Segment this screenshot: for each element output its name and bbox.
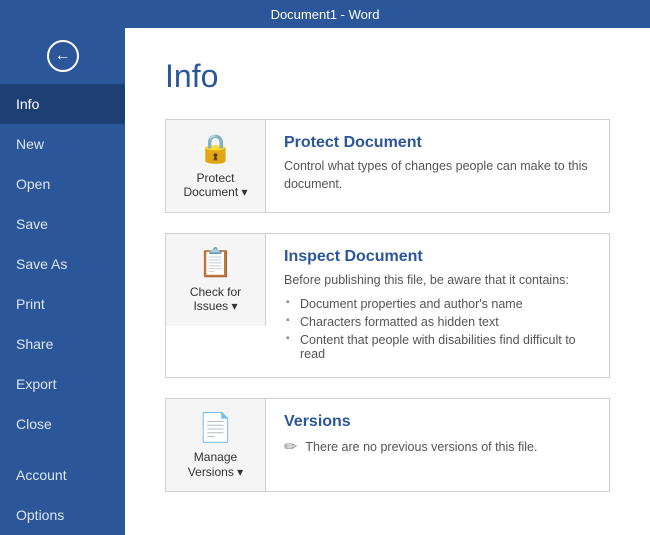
inspect-button[interactable]: 📋 Check forIssues ▾ — [166, 234, 266, 326]
protect-icon: 🔒 — [198, 132, 233, 165]
versions-info: Versions ✏ There are no previous versions … — [266, 399, 609, 471]
inspect-button-label: Check forIssues ▾ — [190, 285, 241, 314]
panel-versions: 📄 ManageVersions ▾ Versions ✏ There are no p… — [165, 398, 610, 492]
main-content: Info 🔒 ProtectDocument ▾ Protect Document C… — [125, 28, 650, 535]
sidebar-item-print[interactable]: Print — [0, 284, 125, 324]
versions-note: ✏ There are no previous versions of this … — [284, 437, 591, 457]
protect-description: Control what types of changes people can… — [284, 158, 591, 193]
title-bar: Document1 - Word — [0, 0, 650, 28]
versions-icon: 📄 — [198, 411, 233, 444]
panel-inspect: 📋 Check forIssues ▾ Inspect Document Before… — [165, 233, 610, 379]
sidebar-item-open[interactable]: Open — [0, 164, 125, 204]
list-item: Characters formatted as hidden text — [284, 313, 591, 331]
options-label: Options — [16, 507, 64, 523]
panel-protect: 🔒 ProtectDocument ▾ Protect Document Contro… — [165, 119, 610, 213]
panels-container: 🔒 ProtectDocument ▾ Protect Document Contro… — [165, 119, 610, 492]
protect-button-label: ProtectDocument ▾ — [183, 171, 247, 200]
inspect-list: Document properties and author's nameCha… — [284, 295, 591, 363]
versions-button-label: ManageVersions ▾ — [188, 450, 243, 479]
versions-button[interactable]: 📄 ManageVersions ▾ — [166, 399, 266, 491]
versions-title: Versions — [284, 413, 591, 431]
sidebar-item-close[interactable]: Close — [0, 404, 125, 444]
protect-title: Protect Document — [284, 134, 591, 152]
sidebar-item-options[interactable]: Options — [0, 495, 125, 535]
protect-info: Protect Document Control what types of ch… — [266, 120, 609, 207]
inspect-info: Inspect Document Before publishing this f… — [266, 234, 609, 378]
inspect-icon: 📋 — [198, 246, 233, 279]
app-body: ← InfoNewOpenSaveSave AsPrintShareExport… — [0, 28, 650, 535]
sidebar-item-share[interactable]: Share — [0, 324, 125, 364]
sidebar-bottom: Account Options — [0, 455, 125, 535]
protect-button[interactable]: 🔒 ProtectDocument ▾ — [166, 120, 266, 212]
title-text: Document1 - Word — [271, 7, 380, 22]
list-item: Document properties and author's name — [284, 295, 591, 313]
sidebar-item-save-as[interactable]: Save As — [0, 244, 125, 284]
sidebar-item-info[interactable]: Info — [0, 84, 125, 124]
inspect-title: Inspect Document — [284, 248, 591, 266]
sidebar-item-save[interactable]: Save — [0, 204, 125, 244]
inspect-description: Before publishing this file, be aware th… — [284, 272, 591, 290]
sidebar-spacer — [0, 444, 125, 455]
page-title: Info — [165, 58, 610, 95]
sidebar: ← InfoNewOpenSaveSave AsPrintShareExport… — [0, 28, 125, 535]
sidebar-item-account[interactable]: Account — [0, 455, 125, 495]
list-item: Content that people with disabilities fi… — [284, 331, 591, 363]
versions-text: There are no previous versions of this f… — [305, 440, 537, 454]
sidebar-item-export[interactable]: Export — [0, 364, 125, 404]
sidebar-item-new[interactable]: New — [0, 124, 125, 164]
versions-note-icon: ✏ — [284, 437, 297, 457]
back-circle-icon: ← — [47, 40, 79, 72]
back-button[interactable]: ← — [0, 28, 125, 84]
